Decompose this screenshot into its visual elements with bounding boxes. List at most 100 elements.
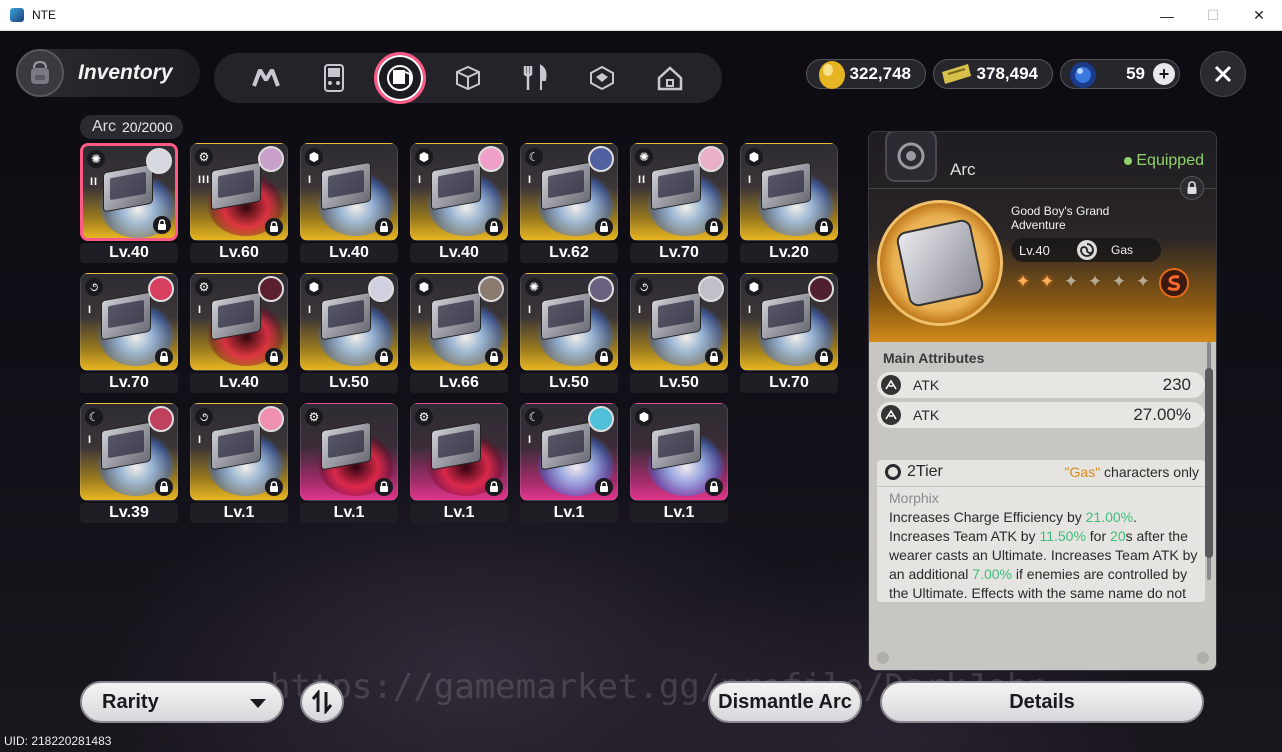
tab-nte[interactable]: [246, 58, 286, 98]
add-orb-button[interactable]: +: [1153, 63, 1175, 85]
sort-order-button[interactable]: [300, 681, 344, 723]
arc-item[interactable]: ⬢ I Lv.50: [300, 273, 398, 393]
star-rating: ✦✦✦✦✦✦✦: [1013, 272, 1177, 292]
character-avatar: [258, 406, 284, 432]
arc-item[interactable]: ૭ I Lv.50: [630, 273, 728, 393]
close-window-button[interactable]: ✕: [1236, 0, 1282, 31]
lock-icon[interactable]: [705, 478, 723, 496]
character-avatar: [148, 276, 174, 302]
arc-item[interactable]: ✺ II Lv.70: [630, 143, 728, 263]
star-icon: ✦: [1015, 272, 1031, 291]
scrollbar-thumb[interactable]: [1205, 368, 1213, 558]
set-name: Morphix: [889, 490, 939, 506]
arc-card: ⚙: [300, 403, 398, 501]
lock-icon[interactable]: [815, 348, 833, 366]
arc-item[interactable]: ⚙ Lv.1: [410, 403, 508, 523]
currency-gold: 322,748: [806, 59, 926, 89]
tab-device[interactable]: [314, 58, 354, 98]
arc-item[interactable]: ⬢ I Lv.70: [740, 273, 838, 393]
lock-icon[interactable]: [485, 348, 503, 366]
arc-item[interactable]: ⚙ Lv.1: [300, 403, 398, 523]
lock-icon[interactable]: [595, 348, 613, 366]
lock-icon[interactable]: [485, 218, 503, 236]
arc-count-badge: Arc 20/2000: [80, 115, 183, 139]
lock-icon[interactable]: [595, 478, 613, 496]
character-avatar: [478, 146, 504, 172]
arc-item[interactable]: ✺ II Lv.40: [80, 143, 178, 263]
arc-item[interactable]: ⬢ I Lv.20: [740, 143, 838, 263]
arc-item[interactable]: ☾ I Lv.62: [520, 143, 618, 263]
set-effect-box[interactable]: 2Tier "Gas" characters only Morphix Incr…: [877, 460, 1205, 602]
description-text: for: [1085, 528, 1111, 544]
arc-level-element: Lv.40 Gas: [1011, 238, 1161, 262]
tab-items[interactable]: [448, 58, 488, 98]
lock-icon[interactable]: [705, 218, 723, 236]
arc-type-icon: [885, 132, 937, 182]
arc-item[interactable]: ⬢ I Lv.40: [300, 143, 398, 263]
cube-element-icon: ⬢: [305, 278, 323, 296]
details-button[interactable]: Details: [880, 681, 1204, 723]
arc-item[interactable]: ⬢ Lv.1: [630, 403, 728, 523]
attribute-value: 27.00%: [1133, 405, 1191, 424]
arc-level: Lv.1: [630, 503, 728, 523]
lock-icon[interactable]: [705, 348, 723, 366]
gem-box-icon: [590, 65, 614, 91]
arc-name: Good Boy's Grand Adventure: [1011, 204, 1110, 232]
lock-icon[interactable]: [375, 218, 393, 236]
tab-housing[interactable]: [650, 58, 690, 98]
gameboy-icon: [324, 64, 344, 92]
arc-level: Lv.50: [630, 373, 728, 393]
cube-element-icon: ⬢: [635, 408, 653, 426]
arc-level: Lv.39: [80, 503, 178, 523]
arc-item[interactable]: ✺ I Lv.50: [520, 273, 618, 393]
set-requirement-text: characters only: [1100, 464, 1199, 480]
attributes-title: Main Attributes: [883, 350, 985, 366]
arc-item[interactable]: ⚙ III Lv.60: [190, 143, 288, 263]
lock-icon[interactable]: [815, 218, 833, 236]
panel-corner-dot: [1197, 652, 1209, 664]
rarity-sort-dropdown[interactable]: Rarity: [80, 681, 284, 723]
lock-icon[interactable]: [595, 218, 613, 236]
lock-icon[interactable]: [155, 478, 173, 496]
arc-artwork: [877, 200, 1003, 326]
gas-element-icon: [1077, 240, 1097, 260]
cube-element-icon: ⬢: [415, 278, 433, 296]
arc-item[interactable]: ૭ I Lv.70: [80, 273, 178, 393]
user-id: UID: 218220281483: [4, 734, 112, 748]
arc-detail-panel: Arc Equipped Good Boy's Grand Adventure …: [868, 131, 1217, 671]
attribute-name: ATK: [913, 407, 940, 423]
cube-icon: [456, 65, 480, 91]
arc-level: Lv.40: [80, 243, 178, 263]
arc-item[interactable]: ☾ I Lv.1: [520, 403, 618, 523]
arc-card: ✺ I: [520, 273, 618, 371]
lock-icon[interactable]: [155, 348, 173, 366]
arc-card: ૭ I: [80, 273, 178, 371]
detail-lock-button[interactable]: [1180, 176, 1204, 200]
lock-icon[interactable]: [265, 218, 283, 236]
maximize-button[interactable]: ☐: [1190, 0, 1236, 31]
lock-icon[interactable]: [265, 348, 283, 366]
window-titlebar: NTE — ☐ ✕: [0, 0, 1282, 31]
arc-item[interactable]: ⬢ I Lv.40: [410, 143, 508, 263]
lock-icon[interactable]: [153, 216, 171, 234]
arc-item[interactable]: ૭ I Lv.1: [190, 403, 288, 523]
arc-item[interactable]: ⚙ I Lv.40: [190, 273, 288, 393]
highlight-value: 7.00%: [972, 566, 1012, 582]
character-avatar: [808, 276, 834, 302]
minimize-button[interactable]: —: [1144, 0, 1190, 31]
tab-food[interactable]: [516, 58, 556, 98]
tab-materials[interactable]: [582, 58, 622, 98]
arc-item[interactable]: ☾ I Lv.39: [80, 403, 178, 523]
attributes-section: Main Attributes ATK 230 ATK 27.00% 2Tier…: [869, 342, 1216, 670]
arc-item[interactable]: ⬢ I Lv.66: [410, 273, 508, 393]
lock-icon[interactable]: [485, 478, 503, 496]
lock-icon[interactable]: [375, 478, 393, 496]
tab-arc[interactable]: [374, 52, 426, 104]
lock-icon[interactable]: [265, 478, 283, 496]
dismantle-arc-button[interactable]: Dismantle Arc: [708, 681, 862, 723]
arc-tier: I: [528, 174, 533, 186]
lock-icon[interactable]: [375, 348, 393, 366]
currency-orb: 59 +: [1060, 59, 1180, 89]
category-tabs: [214, 52, 722, 104]
close-inventory-button[interactable]: [1200, 51, 1246, 97]
